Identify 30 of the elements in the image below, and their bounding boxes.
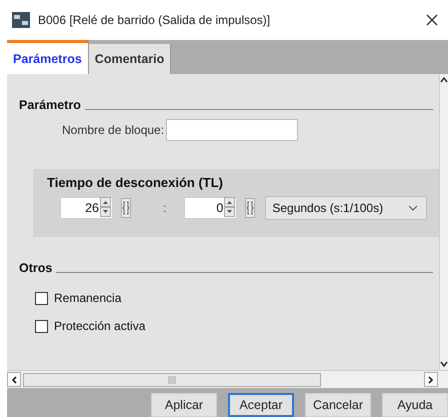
dialog-button[interactable]: Ayuda	[382, 393, 448, 417]
vertical-scrollbar[interactable]	[439, 74, 448, 370]
scroll-right-icon[interactable]	[428, 376, 434, 384]
scrollbar[interactable]	[7, 372, 438, 387]
dialog-button[interactable]: Aplicar	[151, 393, 217, 417]
grip-icon	[168, 376, 176, 384]
group-heading: Tiempo de desconexión (TL)	[47, 175, 224, 190]
checkbox[interactable]: Remanencia	[35, 291, 433, 305]
scroll-left-icon[interactable]	[11, 376, 17, 384]
tab[interactable]: Comentario	[88, 44, 172, 74]
section-heading: Otros	[19, 261, 52, 275]
close-icon[interactable]	[426, 14, 438, 26]
spinner-arrows-icon[interactable]	[224, 196, 236, 216]
tab[interactable]: Parámetros	[7, 40, 89, 74]
spinner-arrows-icon[interactable]	[100, 196, 111, 216]
checkbox[interactable]: Protección activa	[35, 319, 433, 333]
bracket-icon[interactable]	[121, 198, 131, 218]
number-field[interactable]: 0	[184, 197, 238, 219]
number-field[interactable]: 26	[60, 197, 113, 219]
unit-dropdown[interactable]: Segundos (s:1/100s)	[265, 196, 428, 220]
bracket-icon[interactable]	[245, 198, 256, 218]
chevron-down-icon	[408, 205, 418, 211]
window-title: B006 [Relé de barrido (Salida de impulsos)]	[38, 13, 272, 27]
app-icon	[12, 12, 30, 28]
field-label: Nombre de bloque:	[62, 123, 164, 137]
block-name-field[interactable]	[166, 119, 298, 141]
dialog-button[interactable]: Aceptar	[228, 393, 294, 417]
section-heading: Parámetro	[19, 98, 81, 112]
dialog-button[interactable]: Cancelar	[305, 393, 371, 417]
time-separator: :	[163, 201, 166, 215]
